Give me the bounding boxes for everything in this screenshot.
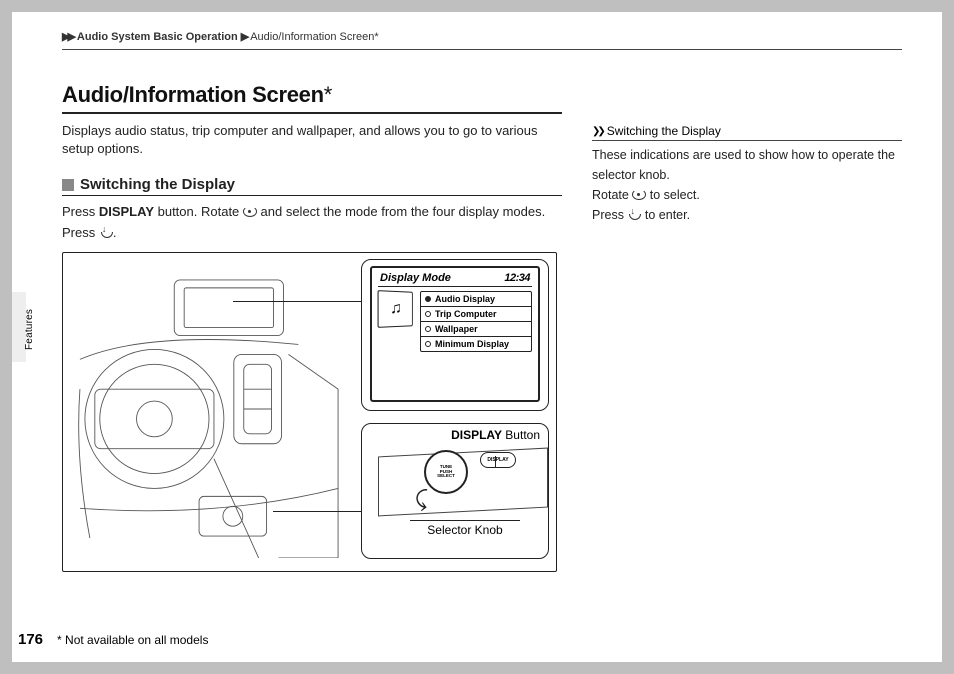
dashboard-diagram: Display Mode 12:34 ♫ Audio Display Trip … (62, 252, 557, 572)
page-title: Audio/Information Screen* (62, 82, 562, 108)
intro-text: Displays audio status, trip computer and… (62, 122, 562, 158)
dashboard-svg (70, 260, 348, 558)
instruction-text: Press DISPLAY button. Rotate and select … (62, 202, 562, 244)
screen-time: 12:34 (504, 272, 530, 284)
sidebar-heading: ❯❯Switching the Display (592, 124, 902, 138)
square-bullet-icon (62, 179, 74, 191)
display-small-button: DISPLAY (480, 452, 516, 468)
footnote: * Not available on all models (57, 633, 208, 647)
display-callout: Display Mode 12:34 ♫ Audio Display Trip … (361, 259, 549, 411)
selector-knob-graphic: TUNE PUSH SELECT (424, 450, 468, 494)
push-knob-icon (99, 226, 113, 238)
sidebar-body: These indications are used to show how t… (592, 140, 902, 225)
push-knob-icon (627, 208, 641, 220)
rotate-knob-icon (632, 189, 646, 200)
section-tab: Features (12, 292, 26, 362)
music-icon: ♫ (378, 290, 413, 328)
display-mode-list: Audio Display Trip Computer Wallpaper Mi… (420, 291, 532, 352)
page-number: 176 (18, 631, 43, 648)
section-heading: Switching the Display (62, 176, 562, 196)
screen-title: Display Mode (380, 272, 451, 284)
rotate-knob-icon (243, 206, 257, 217)
page-footer: 176 * Not available on all models (18, 631, 208, 648)
crumb-1: Audio System Basic Operation (77, 31, 238, 43)
breadcrumb: ▶▶Audio System Basic Operation ▶Audio/In… (62, 30, 902, 49)
display-button-label: DISPLAY Button (370, 428, 540, 442)
knob-callout: DISPLAY Button DISPLAY TUNE PUSH SELECT … (361, 423, 549, 559)
selector-knob-label: Selector Knob (410, 520, 520, 537)
crumb-2: Audio/Information Screen (250, 31, 374, 43)
